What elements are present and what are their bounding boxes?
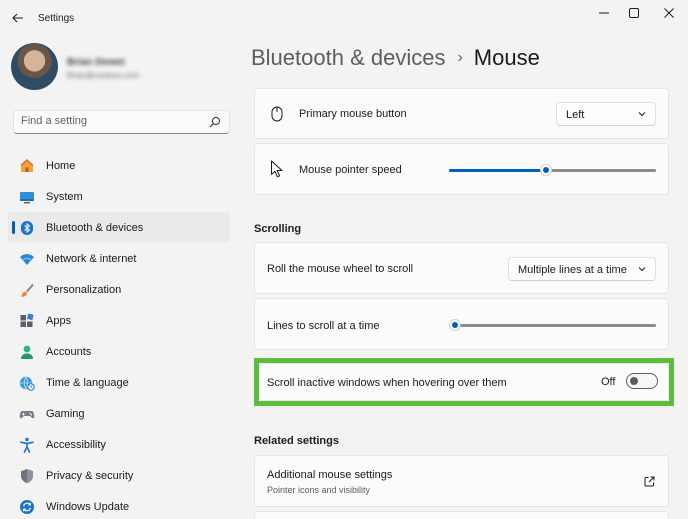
arrow-left-icon [12, 13, 23, 23]
maximize-button[interactable] [621, 4, 647, 22]
dropdown-value: Multiple lines at a time [518, 264, 627, 276]
sidebar-item-bluetooth[interactable]: Bluetooth & devices [8, 212, 230, 243]
back-button[interactable] [9, 9, 27, 27]
breadcrumb: Bluetooth & devices › Mouse [251, 45, 540, 71]
open-external-icon [644, 476, 655, 487]
related-settings-heading: Related settings [254, 435, 339, 447]
primary-button-dropdown[interactable]: Left [556, 102, 656, 126]
lines-to-scroll-label: Lines to scroll at a time [267, 320, 380, 332]
gamepad-icon [19, 406, 35, 422]
sidebar-item-label: Personalization [46, 283, 122, 296]
wifi-icon [19, 251, 35, 267]
sidebar-item-label: Bluetooth & devices [46, 221, 144, 234]
pointer-speed-card: Mouse pointer speed [254, 143, 669, 195]
additional-mouse-settings-sub: Pointer icons and visibility [267, 485, 371, 495]
sidebar-item-time-language[interactable]: Time & language [8, 367, 230, 398]
profile-email: Brian@contoso.com [67, 71, 140, 80]
maximize-icon [629, 8, 639, 18]
scroll-inactive-label: Scroll inactive windows when hovering ov… [267, 377, 507, 389]
avatar[interactable] [11, 43, 58, 90]
roll-wheel-label: Roll the mouse wheel to scroll [267, 263, 414, 275]
close-button[interactable] [656, 4, 682, 22]
toggle-knob [630, 377, 638, 385]
chevron-down-icon [638, 267, 646, 272]
sidebar-item-label: Gaming [46, 407, 85, 420]
slider-thumb[interactable] [449, 319, 462, 331]
mouse-icon [269, 106, 285, 122]
scroll-inactive-toggle[interactable] [626, 373, 658, 389]
home-icon [19, 158, 35, 174]
dropdown-value: Left [566, 109, 585, 121]
next-card [254, 511, 669, 519]
sidebar-item-accounts[interactable]: Accounts [8, 336, 230, 367]
sidebar-item-system[interactable]: System [8, 181, 230, 212]
sidebar-item-label: System [46, 190, 83, 203]
sidebar-item-label: Windows Update [46, 500, 130, 513]
system-icon [19, 189, 35, 205]
sidebar-item-network[interactable]: Network & internet [8, 243, 230, 274]
close-icon [664, 8, 674, 18]
primary-button-card: Primary mouse button Left [254, 88, 669, 139]
sidebar-nav: Home System Bluetooth & devices Network … [8, 150, 230, 519]
additional-mouse-settings-card[interactable]: Additional mouse settings Pointer icons … [254, 455, 669, 507]
sidebar-item-label: Apps [46, 314, 72, 327]
slider-fill [449, 169, 547, 172]
scrolling-heading: Scrolling [254, 223, 302, 235]
sidebar-item-label: Time & language [46, 376, 129, 389]
sidebar-item-label: Accessibility [46, 438, 106, 451]
search-icon[interactable] [209, 116, 221, 128]
sidebar-item-windows-update[interactable]: Windows Update [8, 491, 230, 519]
bluetooth-icon [19, 220, 35, 236]
globe-clock-icon [19, 375, 35, 391]
lines-to-scroll-slider[interactable] [449, 319, 656, 331]
slider-track [449, 324, 656, 327]
sidebar-item-personalization[interactable]: Personalization [8, 274, 230, 305]
scroll-inactive-card: Scroll inactive windows when hovering ov… [259, 363, 669, 401]
pointer-speed-slider[interactable] [449, 164, 656, 176]
minimize-button[interactable] [591, 4, 617, 22]
sidebar-item-home[interactable]: Home [8, 150, 230, 181]
pointer-icon [269, 160, 285, 178]
brush-icon [19, 282, 35, 298]
sidebar-item-gaming[interactable]: Gaming [8, 398, 230, 429]
sidebar-item-label: Accounts [46, 345, 92, 358]
shield-icon [19, 468, 35, 484]
roll-wheel-card: Roll the mouse wheel to scroll Multiple … [254, 242, 669, 294]
search-box[interactable] [13, 110, 230, 134]
lines-to-scroll-card: Lines to scroll at a time [254, 298, 669, 350]
sidebar-item-apps[interactable]: Apps [8, 305, 230, 336]
sidebar-item-label: Privacy & security [46, 469, 134, 482]
chevron-down-icon [638, 112, 646, 117]
breadcrumb-parent[interactable]: Bluetooth & devices [251, 45, 445, 71]
accounts-icon [19, 344, 35, 360]
profile-name: Brian Dewet [67, 57, 125, 68]
minimize-icon [599, 12, 609, 14]
slider-thumb[interactable] [540, 164, 553, 176]
apps-icon [19, 313, 35, 329]
sidebar-item-accessibility[interactable]: Accessibility [8, 429, 230, 460]
additional-mouse-settings-label: Additional mouse settings [267, 469, 393, 481]
primary-button-label: Primary mouse button [299, 108, 407, 120]
sidebar-item-privacy[interactable]: Privacy & security [8, 460, 230, 491]
roll-wheel-dropdown[interactable]: Multiple lines at a time [508, 257, 656, 281]
chevron-right-icon: › [457, 49, 463, 66]
toggle-state-label: Off [601, 376, 616, 388]
update-icon [19, 499, 35, 515]
sidebar-item-label: Home [46, 159, 76, 172]
app-title: Settings [38, 13, 75, 24]
title-bar: Settings [0, 0, 688, 36]
pointer-speed-label: Mouse pointer speed [299, 164, 402, 176]
page-title: Mouse [473, 45, 540, 70]
sidebar-item-label: Network & internet [46, 252, 137, 265]
search-input[interactable] [21, 115, 201, 127]
accessibility-icon [19, 437, 35, 453]
